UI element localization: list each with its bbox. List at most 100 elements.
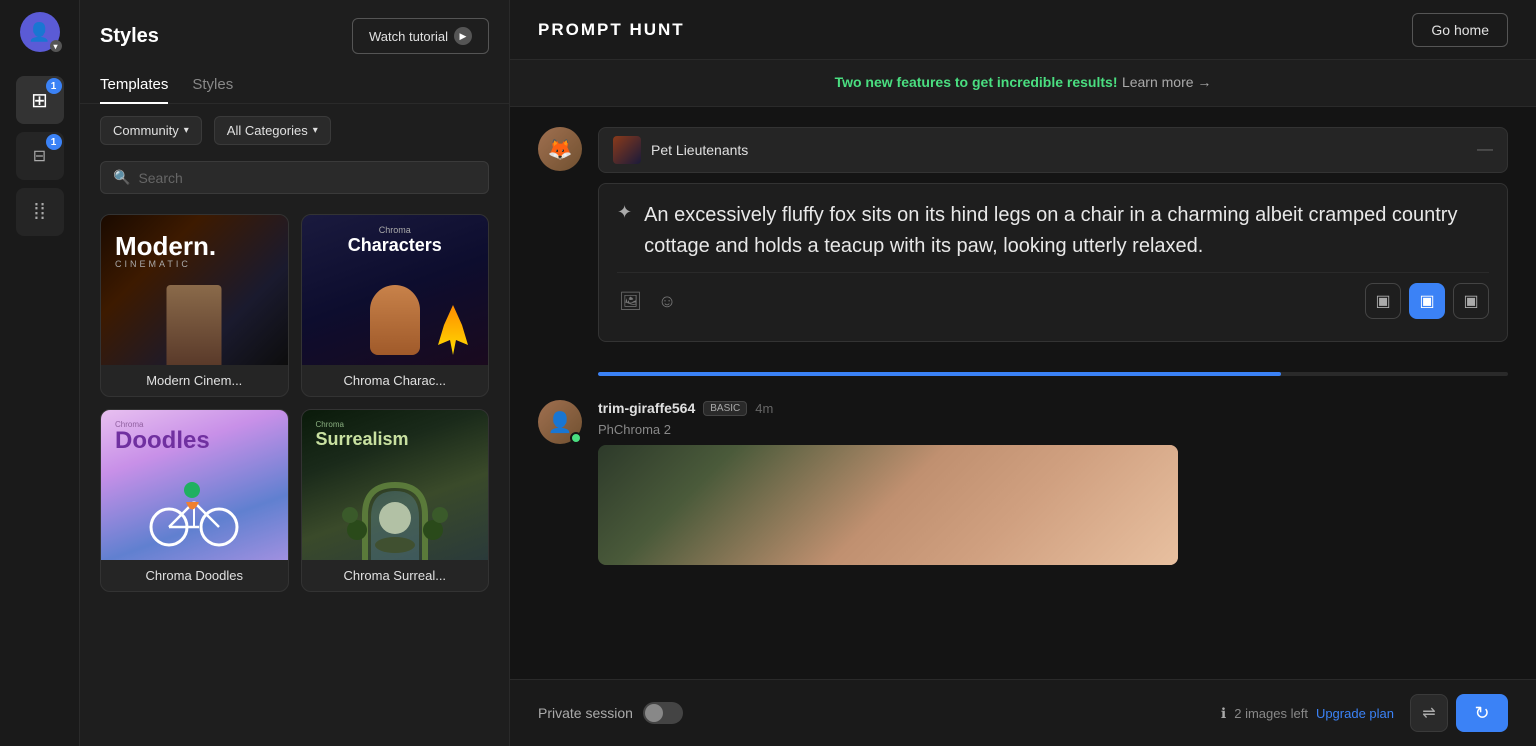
prompt-content-1: ✦ An excessively fluffy fox sits on its … bbox=[598, 183, 1508, 342]
template-card-chroma-surrealism[interactable]: Chroma Surrealism bbox=[301, 409, 490, 592]
toggle-knob bbox=[645, 704, 663, 722]
msg1-style-name: Pet Lieutenants bbox=[651, 142, 1467, 158]
layers-icon: ⊞ bbox=[31, 88, 48, 113]
small-image-icon-1: ▣ bbox=[1375, 291, 1390, 311]
template-card-chroma-doodles[interactable]: Chroma Doodles Chrom bbox=[100, 409, 289, 592]
grid-icon: ⊟ bbox=[33, 146, 46, 166]
info-icon: ℹ bbox=[1221, 705, 1226, 722]
shuffle-button[interactable]: ⇌ bbox=[1410, 694, 1448, 732]
template-label-chroma-doodles: Chroma Doodles bbox=[101, 560, 288, 591]
sidebar-people-btn[interactable]: ⁞⁞ bbox=[16, 188, 64, 236]
modern-figure bbox=[167, 285, 222, 365]
search-input[interactable] bbox=[138, 170, 476, 186]
templates-panel: Styles Watch tutorial ▶ Templates Styles… bbox=[80, 0, 510, 746]
play-icon: ▶ bbox=[454, 27, 472, 45]
chars-flame bbox=[438, 305, 468, 355]
upgrade-link[interactable]: Upgrade plan bbox=[1316, 706, 1394, 721]
small-image-icon-3: ▣ bbox=[1463, 291, 1478, 311]
progress-bar-wrap bbox=[598, 372, 1508, 376]
msg2-avatar: 👤 bbox=[538, 400, 582, 444]
layers-badge: 1 bbox=[46, 78, 62, 94]
thumb-chroma-surrealism: Chroma Surrealism bbox=[302, 410, 489, 560]
watch-tutorial-button[interactable]: Watch tutorial ▶ bbox=[352, 18, 489, 54]
categories-filter-btn[interactable]: All Categories ▾ bbox=[214, 116, 331, 145]
categories-chevron-icon: ▾ bbox=[313, 125, 318, 136]
panel-filters: Community ▾ All Categories ▾ bbox=[80, 104, 509, 157]
search-wrap[interactable]: 🔍 bbox=[100, 161, 489, 194]
chars-figure bbox=[370, 285, 420, 355]
msg1-style-thumb bbox=[613, 136, 641, 164]
message-block-1: 🦊 Pet Lieutenants — ✦ An excessively flu… bbox=[538, 127, 1508, 352]
banner-highlight: Two new features to get incredible resul… bbox=[835, 74, 1118, 90]
msg1-avatar: 🦊 bbox=[538, 127, 582, 171]
prompt-text-1: An excessively fluffy fox sits on its hi… bbox=[644, 200, 1489, 262]
images-left-info: ℹ 2 images left Upgrade plan bbox=[1221, 705, 1394, 722]
emoji-btn[interactable]: ☺ bbox=[656, 289, 678, 314]
tab-templates[interactable]: Templates bbox=[100, 68, 168, 103]
sidebar-layers-btn[interactable]: ⊞ 1 bbox=[16, 76, 64, 124]
bottom-right-actions: ⇌ ↻ bbox=[1410, 694, 1508, 732]
main-content: PROMPT HUNT Go home Two new features to … bbox=[510, 0, 1536, 746]
msg2-time: 4m bbox=[755, 401, 773, 416]
private-session-label: Private session bbox=[538, 705, 633, 721]
msg1-body: Pet Lieutenants — ✦ An excessively fluff… bbox=[598, 127, 1508, 352]
template-label-modern-cinematic: Modern Cinem... bbox=[101, 365, 288, 396]
generate-button[interactable]: ↻ bbox=[1456, 694, 1508, 732]
image-preview-overlay bbox=[598, 445, 1178, 565]
progress-bar-fill bbox=[598, 372, 1281, 376]
search-icon: 🔍 bbox=[113, 169, 130, 186]
panel-tabs: Templates Styles bbox=[80, 68, 509, 104]
progress-section bbox=[538, 372, 1508, 380]
bottom-right-group: ℹ 2 images left Upgrade plan ⇌ ↻ bbox=[1221, 694, 1508, 732]
chat-bottom: Private session ℹ 2 images left Upgrade … bbox=[510, 679, 1536, 746]
template-card-modern-cinematic[interactable]: Modern. CINEMATIC Modern Cinem... bbox=[100, 214, 289, 397]
modern-text: Modern. CINEMATIC bbox=[115, 233, 216, 269]
refresh-icon: ↻ bbox=[1474, 703, 1489, 724]
grid-badge: 1 bbox=[46, 134, 62, 150]
prompt-action-right: ▣ ▣ ▣ bbox=[1365, 283, 1489, 319]
sidebar: 👤 ▾ ⊞ 1 ⊟ 1 ⁞⁞ bbox=[0, 0, 80, 746]
private-session-wrap: Private session bbox=[538, 702, 683, 724]
go-home-button[interactable]: Go home bbox=[1412, 13, 1508, 47]
gen-btn-2[interactable]: ▣ bbox=[1409, 283, 1445, 319]
panel-header: Styles Watch tutorial ▶ bbox=[80, 0, 509, 68]
gen-btn-3[interactable]: ▣ bbox=[1453, 283, 1489, 319]
image-attach-btn[interactable]: 🖼 bbox=[617, 289, 644, 314]
msg1-style-dash[interactable]: — bbox=[1477, 141, 1493, 159]
msg2-meta: trim-giraffe564 BASIC 4m bbox=[598, 400, 1508, 416]
watch-tutorial-label: Watch tutorial bbox=[369, 29, 448, 44]
tab-styles[interactable]: Styles bbox=[192, 68, 233, 103]
brand-logo: PROMPT HUNT bbox=[538, 20, 685, 40]
prompt-text-wrap: ✦ An excessively fluffy fox sits on its … bbox=[617, 200, 1489, 262]
msg2-badge: BASIC bbox=[703, 401, 747, 416]
templates-grid: Modern. CINEMATIC Modern Cinem... Chroma… bbox=[80, 206, 509, 612]
surreal-arch-svg bbox=[335, 460, 455, 560]
user-avatar[interactable]: 👤 ▾ bbox=[20, 12, 60, 52]
private-session-toggle[interactable] bbox=[643, 702, 683, 724]
panel-title: Styles bbox=[100, 25, 159, 48]
msg1-style-bar: Pet Lieutenants — bbox=[598, 127, 1508, 173]
prompt-actions: 🖼 ☺ ▣ ▣ ▣ bbox=[617, 272, 1489, 325]
message-block-2: 👤 trim-giraffe564 BASIC 4m PhChroma 2 bbox=[538, 400, 1508, 575]
images-left-label: 2 images left bbox=[1234, 706, 1308, 721]
gen-btn-1[interactable]: ▣ bbox=[1365, 283, 1401, 319]
msg2-style: PhChroma 2 bbox=[598, 422, 1508, 437]
msg2-username: trim-giraffe564 bbox=[598, 400, 695, 416]
community-chevron-icon: ▾ bbox=[184, 125, 189, 136]
prompt-action-left: 🖼 ☺ bbox=[617, 289, 678, 314]
bottom-controls: Private session ℹ 2 images left Upgrade … bbox=[538, 694, 1508, 732]
thumb-chroma-doodles: Chroma Doodles bbox=[101, 410, 288, 560]
msg2-body: trim-giraffe564 BASIC 4m PhChroma 2 bbox=[598, 400, 1508, 565]
chroma-chars-text: Chroma Characters bbox=[302, 225, 489, 256]
thumb-modern-cinematic: Modern. CINEMATIC bbox=[101, 215, 288, 365]
banner-learn-more[interactable]: Learn more → bbox=[1122, 74, 1211, 90]
online-indicator bbox=[570, 432, 582, 444]
search-container: 🔍 bbox=[80, 157, 509, 206]
template-card-chroma-characters[interactable]: Chroma Characters Chroma Charac... bbox=[301, 214, 490, 397]
sidebar-grid-btn[interactable]: ⊟ 1 bbox=[16, 132, 64, 180]
small-image-icon-2: ▣ bbox=[1419, 291, 1434, 311]
top-bar: PROMPT HUNT Go home bbox=[510, 0, 1536, 60]
doodles-text: Chroma Doodles bbox=[115, 420, 210, 453]
shuffle-icon: ⇌ bbox=[1422, 703, 1435, 723]
community-filter-btn[interactable]: Community ▾ bbox=[100, 116, 202, 145]
